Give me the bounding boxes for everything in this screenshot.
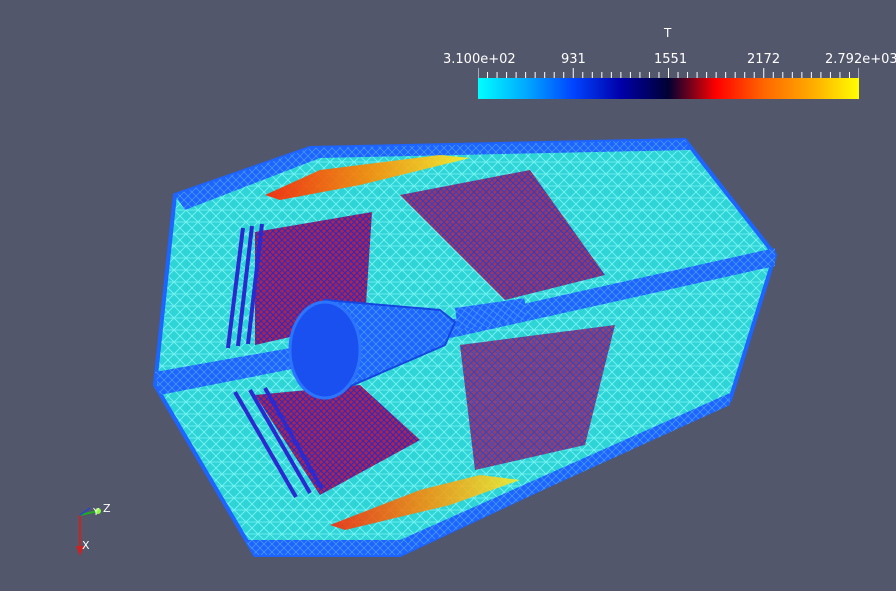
mesh-model[interactable]: [152, 137, 778, 557]
legend-ticks: [478, 68, 859, 78]
color-legend[interactable]: T 3.100e+02 931 1551 2172 2.792e+03: [440, 22, 896, 102]
axes-orientation-widget: Z Y X: [76, 502, 111, 556]
legend-label-3: 2172: [747, 52, 781, 67]
legend-label-2: 1551: [654, 52, 688, 67]
legend-label-1: 931: [561, 52, 586, 67]
axis-label-y: Y: [92, 507, 100, 518]
legend-color-bar: [478, 78, 859, 99]
legend-label-max: 2.792e+03: [825, 52, 896, 67]
legend-title: T: [664, 26, 672, 40]
axis-label-z: Z: [103, 502, 111, 515]
cone-opening: [288, 300, 362, 400]
legend-label-min: 3.100e+02: [443, 52, 516, 67]
axis-label-x: X: [82, 539, 90, 552]
